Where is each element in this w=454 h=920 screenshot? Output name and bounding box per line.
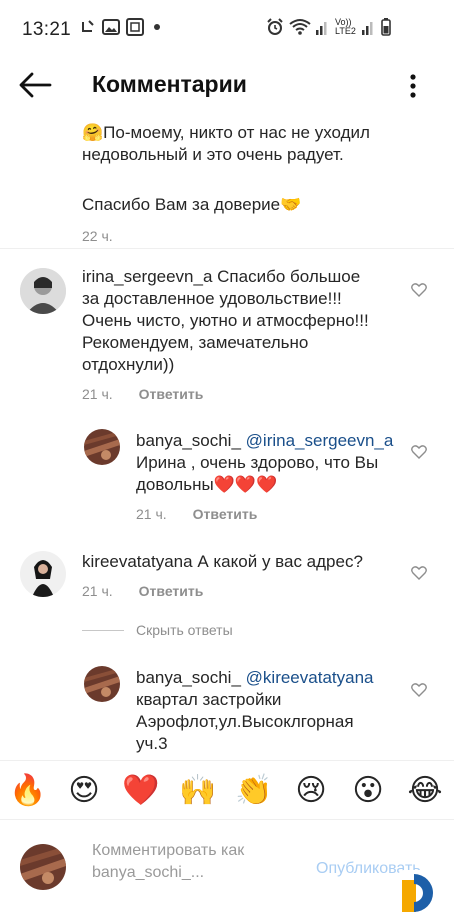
comment-line: Аэрофлот,ул.Высоклгорная <box>136 712 354 731</box>
mention-link[interactable]: @irina_sergeevn_a <box>246 431 394 450</box>
reply-body: banya_sochi_ @kireevatatyana квартал зас… <box>136 667 406 755</box>
emoji-surprised-button[interactable]: 😮 <box>348 771 388 811</box>
comment-username[interactable]: banya_sochi_ <box>136 668 241 687</box>
wifi-icon <box>289 19 311 35</box>
comment-input[interactable]: Комментировать как banya_sochi_... <box>92 840 302 884</box>
emoji-crying-button[interactable]: 😢 <box>291 771 331 811</box>
like-heart-icon[interactable] <box>411 566 427 580</box>
page-title: Комментарии <box>92 71 247 97</box>
status-system-icons: Vo)) LTE2 <box>266 18 391 36</box>
missed-call-icon <box>82 20 94 32</box>
comment-line <box>82 166 422 188</box>
comment-meta: 22 ч. <box>82 228 422 244</box>
network-label: Vo)) LTE2 <box>335 17 356 36</box>
hide-replies-line <box>82 629 124 631</box>
avatar[interactable] <box>20 551 66 597</box>
emoji-quick-bar: 🔥 😍 ❤️ 🙌 👏 😢 😮 😂 <box>0 760 454 820</box>
reply-button[interactable]: Ответить <box>193 506 258 522</box>
comment-meta: 21 ч. Ответить <box>82 583 402 599</box>
comment-time: 21 ч. <box>82 386 113 402</box>
avatar[interactable] <box>84 666 120 702</box>
comment-line: довольны❤️❤️❤️ <box>136 475 278 494</box>
storage-icon <box>126 18 144 36</box>
comment-line: Очень чисто, уютно и атмосферно!!! <box>82 311 369 330</box>
signal-2-icon <box>362 22 373 35</box>
comment-input-placeholder: banya_sochi_... <box>92 864 205 881</box>
comment-continuation: 🤗По-моему, никто от нас не уходил недово… <box>82 122 422 244</box>
comment-text: Спасибо большое <box>217 267 361 286</box>
reply-button[interactable]: Ответить <box>139 583 204 599</box>
comment-line: Ирина , очень здорово, что Вы <box>136 453 379 472</box>
emoji-red-heart-button[interactable]: ❤️ <box>121 771 161 811</box>
status-time: 13:21 <box>22 19 72 40</box>
top-app-bar: Комментарии <box>0 58 454 112</box>
avatar-photo <box>84 666 120 702</box>
emoji-fire-button[interactable]: 🔥 <box>8 771 48 811</box>
comment-line: Спасибо Вам за доверие🤝 <box>82 195 302 214</box>
comment-line: 🤗По-моему, никто от нас не уходил <box>82 123 370 142</box>
comment-composer: Комментировать как banya_sochi_... Опубл… <box>0 820 454 920</box>
comment-line: Рекомендуем, замечательно <box>82 333 309 352</box>
avatar-photo <box>20 844 66 890</box>
composer-avatar <box>20 844 66 890</box>
comment-body: kireevatatyana А какой у вас адрес? 21 ч… <box>82 551 402 599</box>
comment-line: за доставленное удовольствие!!! <box>82 289 342 308</box>
emoji-laughing-button[interactable]: 😂 <box>405 771 445 811</box>
avatar-photo <box>84 429 120 465</box>
comment-username[interactable]: banya_sochi_ <box>136 431 241 450</box>
divider <box>0 248 454 249</box>
mention-link[interactable]: @kireevatatyana <box>246 668 374 687</box>
emoji-heart-eyes-button[interactable]: 😍 <box>64 771 104 811</box>
app-badge-icon <box>398 870 450 916</box>
gallery-icon <box>102 19 120 35</box>
comment-line: квартал застройки <box>136 690 282 709</box>
comment-time: 22 ч. <box>82 228 113 244</box>
comment-meta: 21 ч. Ответить <box>136 506 406 522</box>
reply-body: banya_sochi_ @irina_sergeevn_a Ирина , о… <box>136 430 406 522</box>
alarm-icon <box>267 18 283 35</box>
comment-input-placeholder: Комментировать как <box>92 842 245 859</box>
signal-icon <box>316 22 327 35</box>
comment-meta: 21 ч. Ответить <box>82 386 402 402</box>
avatar[interactable] <box>20 268 66 314</box>
comment-line: недовольный и это очень радует. <box>82 145 344 164</box>
hide-replies-toggle[interactable]: Скрыть ответы <box>82 622 233 638</box>
battery-icon <box>381 18 391 36</box>
comment-line: уч.3 <box>136 734 168 753</box>
avatar[interactable] <box>84 429 120 465</box>
emoji-raising-hands-button[interactable]: 🙌 <box>178 771 218 811</box>
more-options-icon[interactable] <box>404 72 422 100</box>
comment-time: 21 ч. <box>82 583 113 599</box>
hide-replies-label[interactable]: Скрыть ответы <box>136 622 233 638</box>
reply-button[interactable]: Ответить <box>139 386 204 402</box>
comment-line: отдохнули)) <box>82 355 175 374</box>
avatar-photo <box>20 268 66 314</box>
avatar-photo <box>20 551 66 597</box>
status-notification-icons <box>80 18 160 36</box>
status-bar: 13:21 Vo)) LTE2 <box>0 0 454 58</box>
comment-body: irina_sergeevn_a Спасибо большое за дост… <box>82 266 402 402</box>
comment-text: А какой у вас адрес? <box>197 552 363 571</box>
like-heart-icon[interactable] <box>411 445 427 459</box>
comment-username[interactable]: kireevatatyana <box>82 552 193 571</box>
back-arrow-icon[interactable] <box>18 70 52 100</box>
like-heart-icon[interactable] <box>411 283 427 297</box>
more-notifications-dot <box>154 24 160 30</box>
comment-time: 21 ч. <box>136 506 167 522</box>
emoji-clapping-button[interactable]: 👏 <box>234 771 274 811</box>
like-heart-icon[interactable] <box>411 683 427 697</box>
comment-username[interactable]: irina_sergeevn_a <box>82 267 212 286</box>
